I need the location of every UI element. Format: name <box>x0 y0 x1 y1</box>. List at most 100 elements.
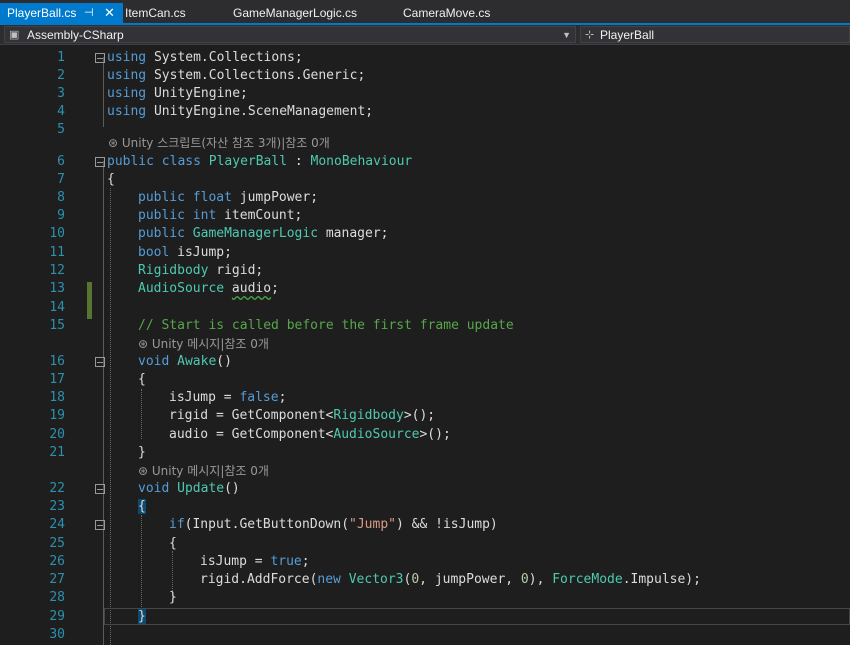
collapse-toggle-icon[interactable] <box>95 53 105 63</box>
code-text: audio = GetComponent<AudioSource>(); <box>169 426 451 444</box>
code-token: Rigidbody <box>333 408 404 423</box>
code-text: // Start is called before the first fram… <box>138 317 514 335</box>
code-line[interactable]: 28} <box>0 589 850 607</box>
code-token: >(); <box>403 408 436 423</box>
collapse-toggle-icon[interactable] <box>95 157 105 167</box>
code-text: public class PlayerBall : MonoBehaviour <box>107 153 412 171</box>
collapse-toggle-icon[interactable] <box>95 357 105 367</box>
tab-label: GameManagerLogic.cs <box>233 6 358 20</box>
code-line[interactable]: 12 Rigidbody rigid; <box>0 262 850 280</box>
project-dropdown[interactable]: ▣ Assembly-CSharp ▼ <box>4 26 576 43</box>
collapse-toggle-icon[interactable] <box>95 484 105 494</box>
line-number: 8 <box>57 190 65 205</box>
code-line[interactable]: 19 rigid = GetComponent<Rigidbody>(); <box>0 407 850 425</box>
code-line[interactable]: 1 using System.Collections; <box>0 49 850 67</box>
code-token: { <box>138 372 146 387</box>
navigation-bar: ▣ Assembly-CSharp ▼ ⊹ PlayerBall <box>0 25 850 45</box>
code-line[interactable]: 9 public int itemCount; <box>0 207 850 225</box>
code-line[interactable]: 26 isJump = true; <box>0 553 850 571</box>
code-token: bool <box>138 245 178 260</box>
code-line[interactable]: 29} <box>0 608 850 626</box>
code-line[interactable]: 16 void Awake() <box>0 353 850 371</box>
code-line[interactable]: 11 bool isJump; <box>0 244 850 262</box>
code-line[interactable]: 21} <box>0 444 850 462</box>
code-text: { <box>138 498 146 516</box>
line-number: 29 <box>49 609 65 624</box>
line-number: 3 <box>57 86 65 101</box>
code-token: rigid.AddForce( <box>200 572 318 587</box>
code-line[interactable]: 13 AudioSource audio; <box>0 280 850 298</box>
collapse-toggle-icon[interactable] <box>95 520 105 530</box>
close-icon[interactable]: ✕ <box>104 3 115 23</box>
code-line[interactable]: 6 public class PlayerBall : MonoBehaviour <box>0 153 850 171</box>
code-line[interactable]: 18 isJump = false; <box>0 389 850 407</box>
codelens-references[interactable]: ⊛ Unity 메시지|참조 0개 <box>138 335 269 353</box>
code-line[interactable]: 10 public GameManagerLogic manager; <box>0 225 850 243</box>
code-token: rigid = GetComponent< <box>169 408 334 423</box>
code-token: { <box>107 172 115 187</box>
code-line[interactable]: 14 <box>0 299 850 317</box>
line-number: 20 <box>49 427 65 442</box>
code-token: AudioSource <box>138 281 232 296</box>
code-token: , jumpPower, <box>419 572 521 587</box>
code-token: jumpPower; <box>239 190 319 205</box>
code-line[interactable]: 22 void Update() <box>0 480 850 498</box>
code-text: void Update() <box>138 480 240 498</box>
tab-playerball[interactable]: PlayerBall.cs ⊣ ✕ <box>0 3 123 23</box>
code-text: } <box>169 589 177 607</box>
code-line[interactable]: 15 // Start is called before the first fr… <box>0 317 850 335</box>
code-token: rigid; <box>216 263 264 278</box>
code-editor[interactable]: 1 using System.Collections; 2 using System.… <box>0 45 850 645</box>
line-number: 30 <box>49 627 65 642</box>
line-number: 1 <box>57 50 65 65</box>
codelens-references[interactable]: ⊛ Unity 스크립트(자산 참조 3개)|참조 0개 <box>108 134 330 152</box>
pin-icon[interactable]: ⊣ <box>84 3 94 23</box>
code-line[interactable]: 25 { <box>0 535 850 553</box>
code-line[interactable]: 23 { <box>0 498 850 516</box>
code-text: { <box>169 535 177 553</box>
tab-cameramove[interactable]: CameraMove.cs <box>403 3 490 23</box>
code-line[interactable]: 20 audio = GetComponent<AudioSource>(); <box>0 426 850 444</box>
code-text: rigid.AddForce(new Vector3(0, jumpPower,… <box>200 571 701 589</box>
code-line[interactable]: 8 public float jumpPower; <box>0 189 850 207</box>
code-token: 0 <box>411 572 420 587</box>
code-line[interactable]: 17 { <box>0 371 850 389</box>
tab-itemcan[interactable]: ItemCan.cs <box>125 3 186 23</box>
code-line[interactable]: 2 using System.Collections.Generic; <box>0 67 850 85</box>
member-dropdown[interactable]: ⊹ PlayerBall <box>580 26 850 43</box>
tab-label: CameraMove.cs <box>403 6 491 20</box>
code-line[interactable]: 24 if(Input.GetButtonDown("Jump") && !isJ… <box>0 516 850 534</box>
tab-gamemanagerlogic[interactable]: GameManagerLogic.cs <box>233 3 357 23</box>
code-line[interactable]: 4 using UnityEngine.SceneManagement; <box>0 103 850 121</box>
code-text: public GameManagerLogic manager; <box>138 225 388 243</box>
code-token: "Jump" <box>349 517 396 532</box>
code-line[interactable]: 7{ <box>0 171 850 189</box>
code-token: isJump; <box>177 245 232 260</box>
line-number: 4 <box>57 104 65 119</box>
document-tab-strip: PlayerBall.cs ⊣ ✕ ItemCan.cs GameManager… <box>0 0 850 25</box>
chevron-down-icon[interactable]: ▼ <box>562 27 571 44</box>
code-token: using <box>107 50 154 65</box>
line-number: 14 <box>49 300 65 315</box>
project-name: Assembly-CSharp <box>27 28 124 42</box>
code-text: rigid = GetComponent<Rigidbody>(); <box>169 407 435 425</box>
code-line[interactable]: 27 rigid.AddForce(new Vector3(0, jumpPowe… <box>0 571 850 589</box>
code-token: System.Collections.Generic; <box>153 68 366 83</box>
code-token: Awake <box>177 354 217 369</box>
code-line[interactable]: 30 <box>0 626 850 644</box>
code-text: using System.Collections.Generic; <box>107 67 365 85</box>
code-text: } <box>138 608 146 626</box>
code-token: ; <box>278 390 287 405</box>
line-number: 19 <box>49 408 65 423</box>
codelens-references[interactable]: ⊛ Unity 메시지|참조 0개 <box>138 462 269 480</box>
code-token: int <box>192 208 225 223</box>
code-line[interactable]: 3 using UnityEngine; <box>0 85 850 103</box>
code-token: public <box>138 208 193 223</box>
code-token: false <box>239 390 279 405</box>
code-token: () <box>216 354 232 369</box>
code-text: using UnityEngine.SceneManagement; <box>107 103 373 121</box>
code-text: } <box>138 444 146 462</box>
code-text: bool isJump; <box>138 244 232 262</box>
line-number: 28 <box>49 590 65 605</box>
line-number: 6 <box>57 154 65 169</box>
